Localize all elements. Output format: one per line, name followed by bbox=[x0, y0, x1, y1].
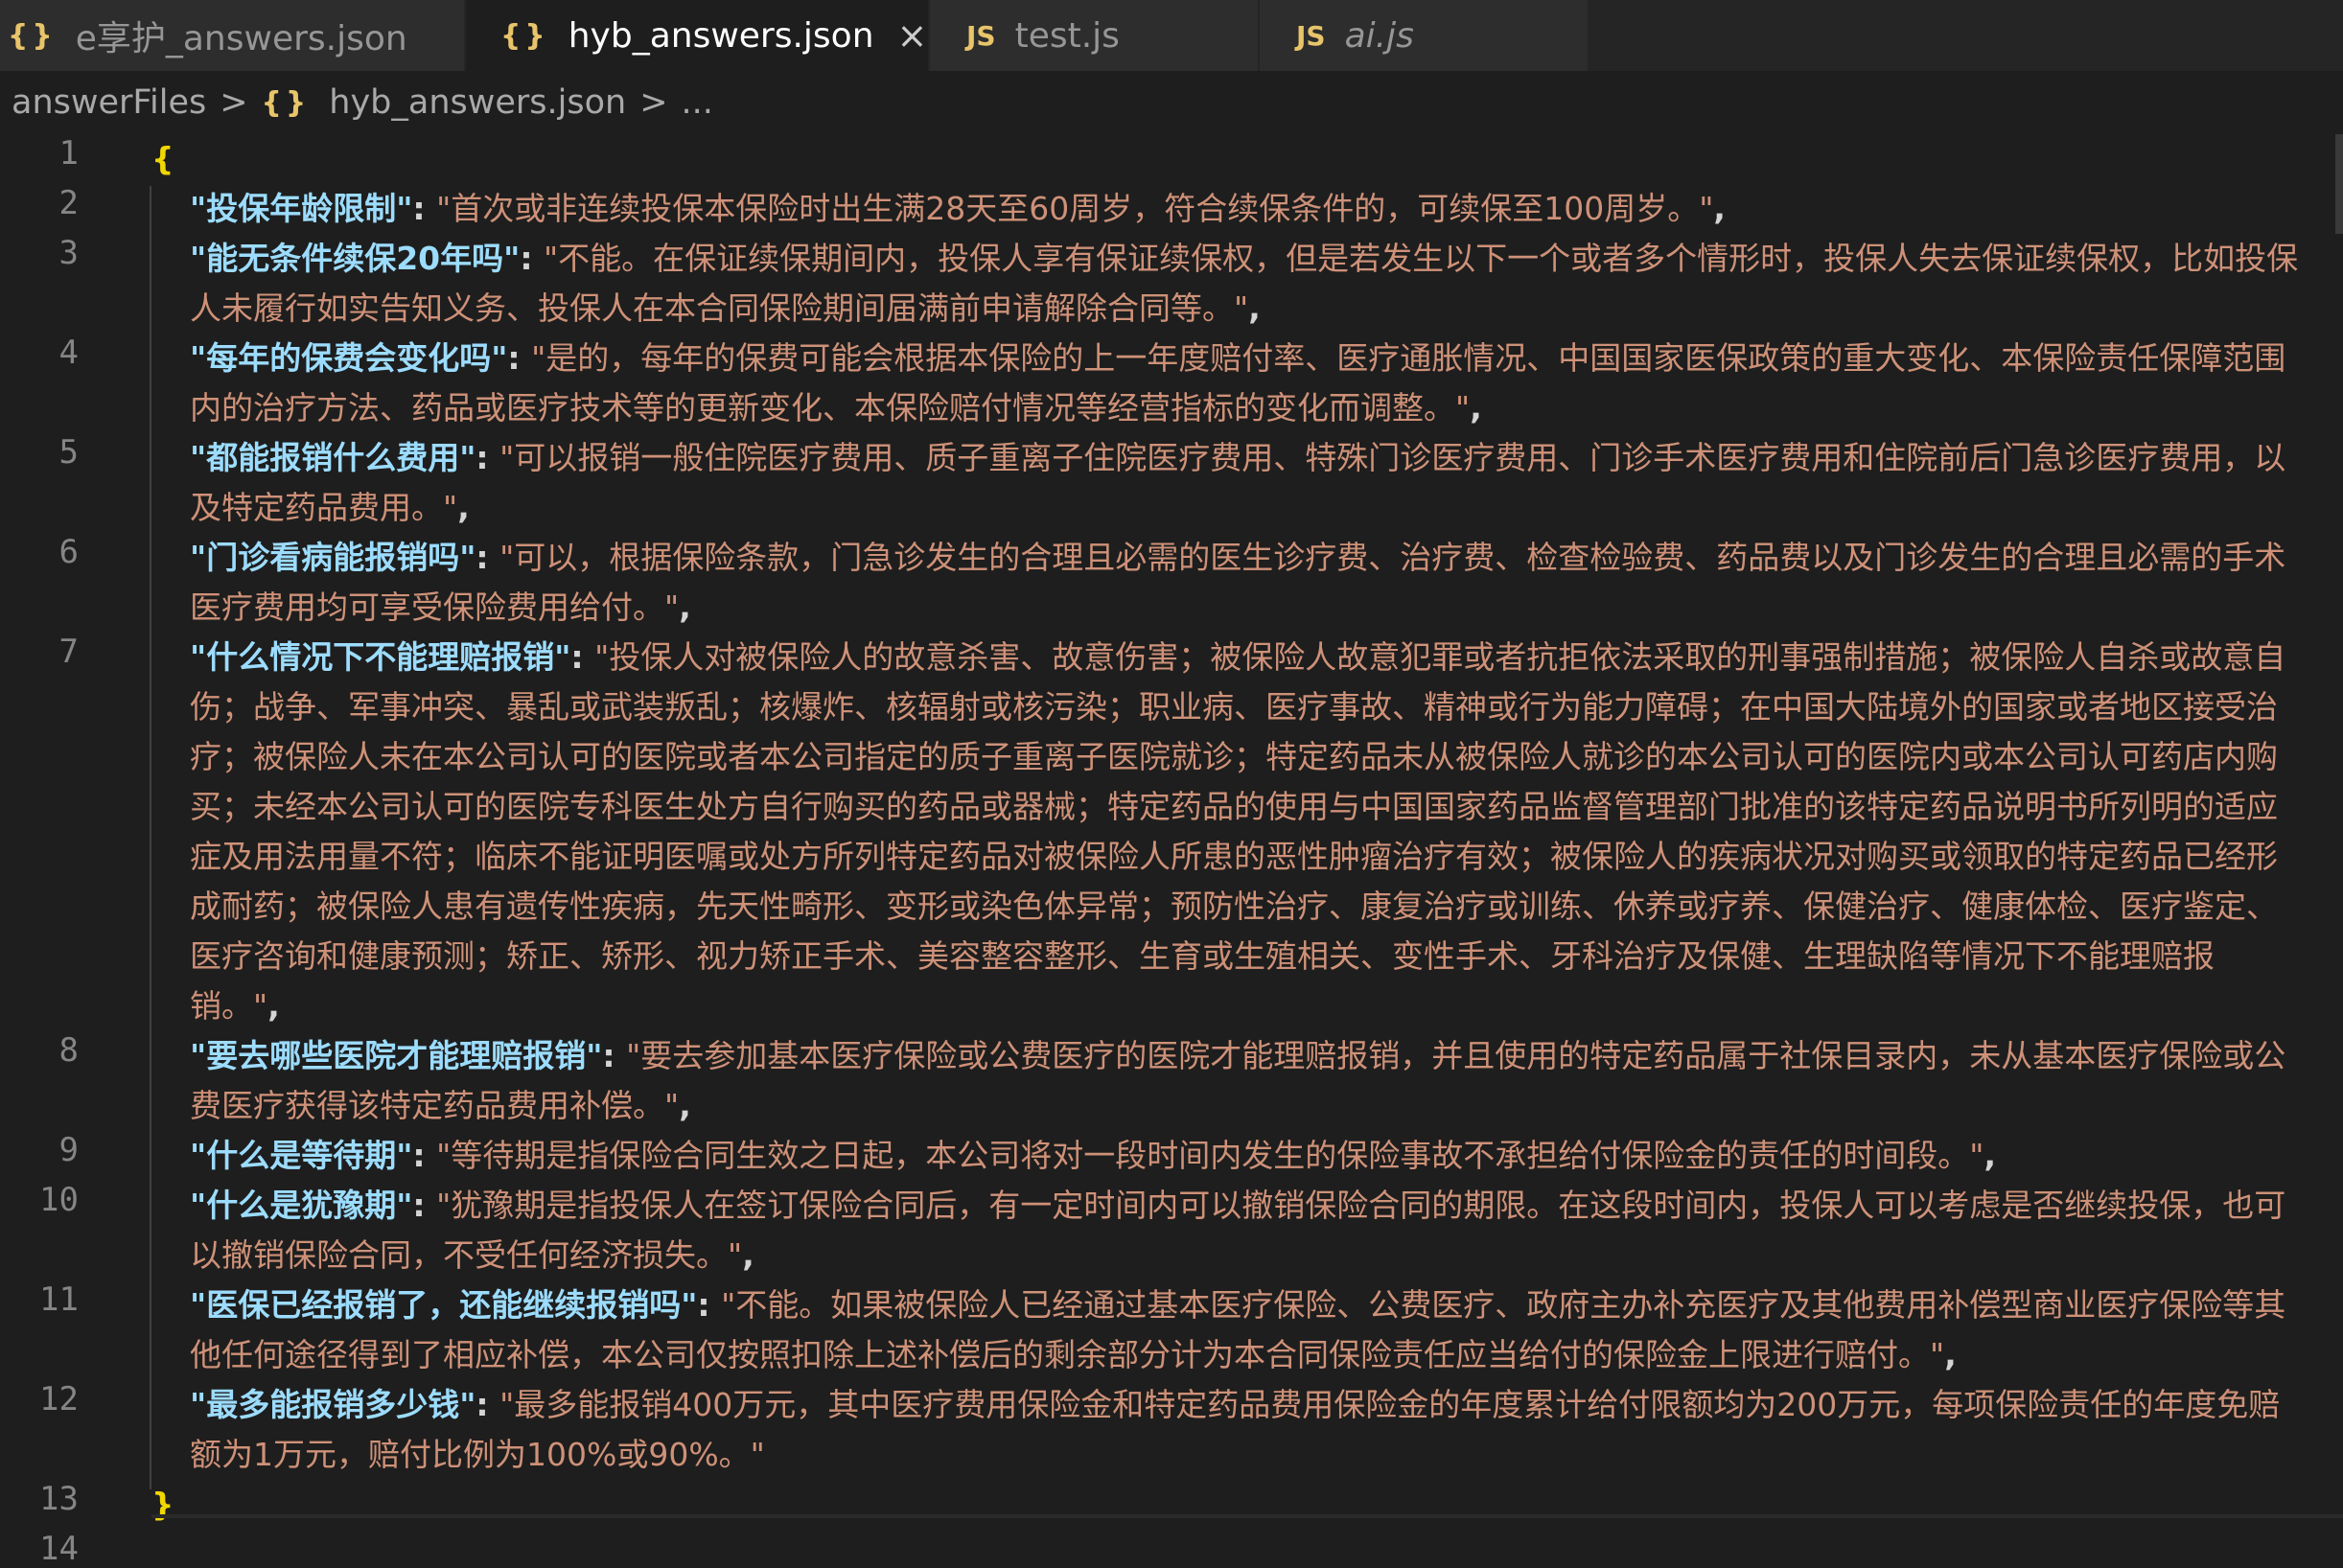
json-key: "能无条件续保20年吗" bbox=[190, 240, 521, 277]
line-number: 14 bbox=[39, 1530, 79, 1568]
colon: : bbox=[476, 539, 500, 576]
comma: , bbox=[457, 489, 470, 526]
line-number: 2 bbox=[58, 184, 79, 222]
line-number: 7 bbox=[58, 633, 79, 671]
line-number: 8 bbox=[58, 1031, 79, 1070]
tab-label: test.js bbox=[1014, 15, 1120, 56]
json-file-icon: {} bbox=[8, 18, 57, 53]
line-number: 1 bbox=[58, 134, 79, 173]
breadcrumb-file[interactable]: hyb_answers.json bbox=[329, 83, 626, 122]
comma: , bbox=[1248, 289, 1261, 327]
breadcrumb-folder[interactable]: answerFiles bbox=[12, 83, 206, 122]
json-entry: "什么是等待期": "等待期是指保险合同生效之日起，本公司将对一段时间内发生的保… bbox=[190, 1131, 2299, 1181]
tab-label: ai.js bbox=[1344, 15, 1414, 56]
json-value: "投保人对被保险人的故意杀害、故意伤害；被保险人故意犯罪或者抗拒依法采取的刑事强… bbox=[190, 638, 2286, 1025]
line-number: 3 bbox=[58, 234, 79, 272]
colon: : bbox=[520, 240, 544, 277]
json-value: "犹豫期是指投保人在签订保险合同后，有一定时间内可以撤销保险合同的期限。在这段时… bbox=[190, 1187, 2286, 1274]
tab-ai-js[interactable]: JS ai.js bbox=[1260, 0, 1589, 71]
json-value: "首次或非连续投保本保险时出生满28天至60周岁，符合续保条件的，可续保至100… bbox=[436, 190, 1714, 227]
colon: : bbox=[476, 1386, 500, 1423]
json-value: "可以报销一般住院医疗费用、质子重离子住院医疗费用、特殊门诊医疗费用、门诊手术医… bbox=[190, 439, 2286, 526]
json-key: "什么是等待期" bbox=[190, 1137, 413, 1174]
json-key: "医保已经报销了，还能继续报销吗" bbox=[190, 1286, 698, 1324]
json-value: "最多能报销400万元，其中医疗费用保险金和特定药品费用保险金的年度累计给付限额… bbox=[190, 1386, 2281, 1473]
comma: , bbox=[1944, 1336, 1957, 1373]
scrollbar-thumb[interactable] bbox=[2335, 134, 2343, 234]
json-file-icon: {} bbox=[261, 85, 311, 120]
comma: , bbox=[742, 1236, 754, 1274]
json-entry: "门诊看病能报销吗": "可以，根据保险条款，门急诊发生的合理且必需的医生诊疗费… bbox=[190, 533, 2299, 633]
json-key: "最多能报销多少钱" bbox=[190, 1386, 476, 1423]
json-value: "可以，根据保险条款，门急诊发生的合理且必需的医生诊疗费、治疗费、检查检验费、药… bbox=[190, 539, 2286, 626]
json-value: "等待期是指保险合同生效之日起，本公司将对一段时间内发生的保险事故不承担给付保险… bbox=[436, 1137, 1984, 1174]
chevron-right-icon: > bbox=[220, 83, 248, 122]
comma: , bbox=[267, 987, 280, 1025]
colon: : bbox=[697, 1286, 722, 1324]
json-entry: "能无条件续保20年吗": "不能。在保证续保期间内，投保人享有保证续保权，但是… bbox=[190, 234, 2299, 334]
code-editor[interactable]: 1 2 3 4 5 6 7 8 9 10 11 12 13 14 { "投保年龄… bbox=[0, 134, 2343, 1568]
comma: , bbox=[679, 588, 691, 626]
json-entry: "什么情况下不能理赔报销": "投保人对被保险人的故意杀害、故意伤害；被保险人故… bbox=[190, 633, 2299, 1031]
colon: : bbox=[507, 339, 532, 377]
tab-label: hyb_answers.json bbox=[568, 15, 874, 56]
line-number: 9 bbox=[58, 1131, 79, 1169]
javascript-file-icon: JS bbox=[966, 19, 996, 52]
colon: : bbox=[412, 190, 437, 227]
tab-bar: {} e享护_answers.json {} hyb_answers.json … bbox=[0, 0, 2343, 71]
json-entry: "都能报销什么费用": "可以报销一般住院医疗费用、质子重离子住院医疗费用、特殊… bbox=[190, 433, 2299, 533]
json-key: "每年的保费会变化吗" bbox=[190, 339, 508, 377]
json-key: "要去哪些医院才能理赔报销" bbox=[190, 1037, 603, 1074]
tab-label: e享护_answers.json bbox=[75, 19, 407, 58]
tab-e-xianghu-answers[interactable]: {} e享护_answers.json bbox=[0, 0, 466, 71]
comma: , bbox=[1470, 389, 1482, 427]
json-entry: "投保年龄限制": "首次或非连续投保本保险时出生满28天至60周岁，符合续保条… bbox=[190, 184, 2299, 234]
json-key: "什么是犹豫期" bbox=[190, 1187, 413, 1224]
json-key: "门诊看病能报销吗" bbox=[190, 539, 476, 576]
line-number: 13 bbox=[39, 1480, 79, 1518]
tab-test-js[interactable]: JS test.js bbox=[930, 0, 1260, 71]
line-number: 4 bbox=[58, 334, 79, 372]
chevron-right-icon: > bbox=[639, 83, 668, 122]
json-key: "投保年龄限制" bbox=[190, 190, 413, 227]
json-file-icon: {} bbox=[500, 18, 549, 53]
breadcrumb: answerFiles > {} hyb_answers.json > ... bbox=[12, 79, 713, 127]
close-icon[interactable]: × bbox=[897, 14, 928, 57]
comma: , bbox=[1713, 190, 1726, 227]
comma: , bbox=[1983, 1137, 1996, 1174]
line-number: 5 bbox=[58, 433, 79, 472]
close-brace: } bbox=[151, 1486, 174, 1523]
indent-guide bbox=[150, 186, 151, 1489]
line-number: 11 bbox=[39, 1280, 79, 1319]
breadcrumb-symbols[interactable]: ... bbox=[682, 83, 713, 122]
open-brace: { bbox=[151, 140, 174, 177]
json-entry: "什么是犹豫期": "犹豫期是指投保人在签订保险合同后，有一定时间内可以撤销保险… bbox=[190, 1181, 2299, 1280]
json-key: "什么情况下不能理赔报销" bbox=[190, 638, 571, 676]
line-number: 10 bbox=[39, 1181, 79, 1219]
json-entry: "每年的保费会变化吗": "是的，每年的保费可能会根据本保险的上一年度赔付率、医… bbox=[190, 334, 2299, 433]
colon: : bbox=[476, 439, 500, 476]
json-entry: "医保已经报销了，还能继续报销吗": "不能。如果被保险人已经通过基本医疗保险、… bbox=[190, 1280, 2299, 1380]
line-number: 6 bbox=[58, 533, 79, 571]
line-number: 12 bbox=[39, 1380, 79, 1418]
json-key: "都能报销什么费用" bbox=[190, 439, 476, 476]
tab-hyb-answers[interactable]: {} hyb_answers.json × bbox=[466, 0, 930, 71]
json-entry: "最多能报销多少钱": "最多能报销400万元，其中医疗费用保险金和特定药品费用… bbox=[190, 1380, 2299, 1480]
current-line-highlight bbox=[151, 1514, 2343, 1518]
json-entry: "要去哪些医院才能理赔报销": "要去参加基本医疗保险或公费医疗的医院才能理赔报… bbox=[190, 1031, 2299, 1131]
colon: : bbox=[412, 1187, 437, 1224]
colon: : bbox=[570, 638, 595, 676]
colon: : bbox=[602, 1037, 627, 1074]
javascript-file-icon: JS bbox=[1296, 19, 1326, 52]
colon: : bbox=[412, 1137, 437, 1174]
comma: , bbox=[679, 1087, 691, 1124]
